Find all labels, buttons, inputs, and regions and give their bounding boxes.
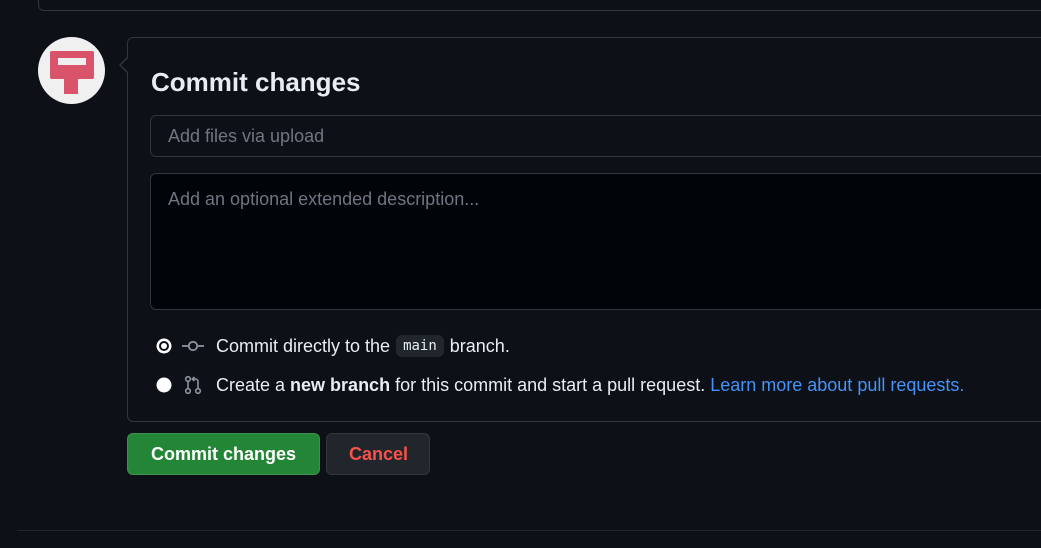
commit-page: Commit changes Commit directly to the ma…: [0, 0, 1041, 548]
commit-description-input[interactable]: [150, 173, 1041, 310]
git-commit-icon: [182, 335, 204, 357]
avatar-identicon-stem: [64, 77, 78, 94]
bottom-divider: [17, 530, 1041, 531]
commit-title: Commit changes: [151, 67, 361, 97]
git-pull-request-icon: [182, 374, 204, 396]
new-branch-bold: new branch: [290, 374, 391, 395]
commit-summary-input[interactable]: [150, 115, 1041, 157]
previous-section-box: [38, 0, 1041, 11]
avatar-identicon-bar: [58, 58, 86, 65]
new-branch-text-end: for this commit and start a pull request…: [395, 374, 706, 395]
commit-changes-button[interactable]: Commit changes: [127, 433, 320, 475]
avatar[interactable]: [38, 37, 105, 104]
avatar-identicon-block: [50, 51, 94, 79]
new-branch-radio[interactable]: [156, 377, 172, 393]
branch-name-code: main: [396, 335, 444, 357]
commit-direct-radio[interactable]: [156, 338, 172, 354]
commit-direct-text-end: branch.: [449, 335, 510, 356]
commit-direct-text: Commit directly to the: [216, 335, 391, 356]
new-branch-option[interactable]: Create a new branch for this commit and …: [156, 374, 964, 396]
learn-more-pull-requests-link[interactable]: Learn more about pull requests.: [710, 375, 964, 396]
new-branch-text: Create a: [216, 374, 286, 395]
commit-direct-option[interactable]: Commit directly to the main branch.: [156, 335, 510, 357]
panel-pointer-inner: [121, 58, 128, 72]
cancel-button[interactable]: Cancel: [326, 433, 430, 475]
